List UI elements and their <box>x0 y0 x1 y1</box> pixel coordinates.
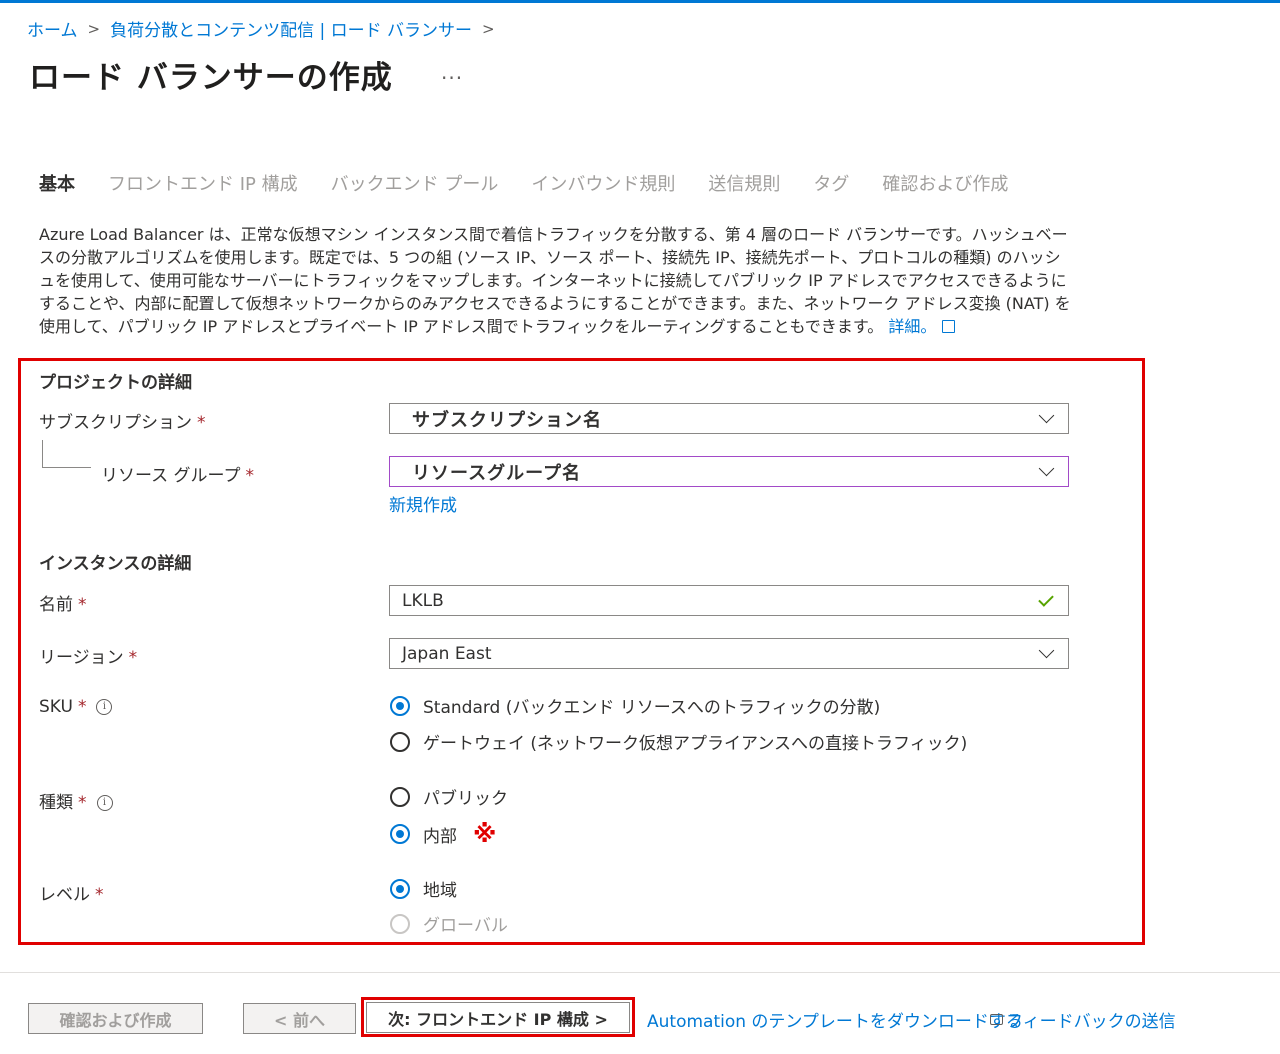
feedback-link[interactable]: フィードバックの送信 <box>990 1007 1176 1032</box>
required-mark: * <box>128 648 138 668</box>
automation-template-link[interactable]: Automation のテンプレートをダウンロードする <box>647 1007 1023 1032</box>
feedback-label: フィードバックの送信 <box>1006 1012 1176 1032</box>
radio-button-disabled <box>390 913 410 934</box>
feedback-icon <box>990 1014 1003 1025</box>
name-input[interactable]: LKLB <box>389 585 1069 616</box>
region-value: Japan East <box>402 643 492 664</box>
subscription-label: サブスクリプション * <box>39 408 206 433</box>
type-label-text: 種類 <box>39 793 73 813</box>
radio-button-checked[interactable] <box>390 695 410 716</box>
subscription-label-text: サブスクリプション <box>39 413 192 433</box>
wizard-tabs: 基本 フロントエンド IP 構成 バックエンド プール インバウンド規則 送信規… <box>39 170 1041 206</box>
radio-button-checked[interactable] <box>390 824 410 844</box>
next-button-highlight <box>361 997 635 1037</box>
region-dropdown[interactable]: Japan East <box>389 638 1069 669</box>
name-value: LKLB <box>402 590 444 611</box>
chevron-down-icon <box>1038 642 1055 659</box>
resource-group-label-text: リソース グループ <box>101 466 241 486</box>
page-title: ロード バランサーの作成 <box>29 60 393 96</box>
region-label: リージョン * <box>39 643 137 668</box>
required-mark: * <box>78 595 87 615</box>
footer-divider <box>0 972 1280 973</box>
review-create-button[interactable]: 確認および作成 <box>28 1003 203 1034</box>
previous-button[interactable]: < 前へ <box>243 1003 356 1034</box>
type-option-public[interactable]: パブリック <box>390 784 508 809</box>
create-new-link[interactable]: 新規作成 <box>389 491 457 516</box>
tier-option-regional-label: 地域 <box>423 881 457 901</box>
tab-basics[interactable]: 基本 <box>39 170 75 206</box>
required-mark: * <box>77 697 87 717</box>
instance-details-heading: インスタンスの詳細 <box>39 554 192 574</box>
tab-backend-pool[interactable]: バックエンド プール <box>331 170 499 206</box>
more-options-icon[interactable]: ... <box>441 60 463 84</box>
name-label-text: 名前 <box>39 595 73 615</box>
chevron-down-icon <box>1038 407 1055 424</box>
required-mark: * <box>78 793 87 813</box>
subscription-dropdown[interactable]: サブスクリプション名 <box>389 403 1069 434</box>
chevron-down-icon <box>1038 460 1055 477</box>
description: Azure Load Balancer は、正常な仮想マシン インスタンス間で着… <box>39 223 1074 338</box>
tab-outbound-rules[interactable]: 送信規則 <box>708 170 780 206</box>
subscription-value: サブスクリプション名 <box>412 409 602 431</box>
radio-button-checked[interactable] <box>390 878 410 899</box>
project-details-heading: プロジェクトの詳細 <box>39 373 192 393</box>
breadcrumb-home[interactable]: ホーム <box>27 16 78 41</box>
tier-option-global-label: グローバル <box>423 916 508 936</box>
tab-tags[interactable]: タグ <box>813 170 849 206</box>
radio-button[interactable] <box>390 731 410 752</box>
info-icon[interactable]: i <box>96 795 113 811</box>
sku-option-gateway[interactable]: ゲートウェイ (ネットワーク仮想アプライアンスへの直接トラフィック) <box>390 729 967 754</box>
breadcrumb-separator: > <box>87 19 101 38</box>
sku-label-text: SKU <box>39 697 73 717</box>
region-label-text: リージョン <box>39 648 124 668</box>
info-icon[interactable]: i <box>96 699 113 715</box>
resource-group-value: リソースグループ名 <box>412 462 582 484</box>
sku-option-standard[interactable]: Standard (バックエンド リソースへのトラフィックの分散) <box>390 693 880 718</box>
type-option-internal[interactable]: 内部 ※ <box>390 820 496 848</box>
sku-option-standard-label: Standard (バックエンド リソースへのトラフィックの分散) <box>423 698 881 718</box>
required-mark: * <box>95 885 104 905</box>
required-mark: * <box>197 413 206 433</box>
tab-review-create[interactable]: 確認および作成 <box>882 170 1008 206</box>
top-accent-bar <box>0 0 1280 3</box>
type-option-internal-label: 内部 <box>423 826 457 847</box>
tab-inbound-rules[interactable]: インバウンド規則 <box>531 170 675 206</box>
sku-option-gateway-label: ゲートウェイ (ネットワーク仮想アプライアンスへの直接トラフィック) <box>423 734 968 754</box>
learn-more-link[interactable]: 詳細。 <box>888 317 936 336</box>
tier-label: レベル * <box>39 880 104 905</box>
resource-group-label: リソース グループ * <box>101 461 254 486</box>
required-mark: * <box>245 466 255 486</box>
external-link-icon <box>942 320 956 333</box>
sku-label: SKU * i <box>39 697 113 717</box>
tab-frontend-ip[interactable]: フロントエンド IP 構成 <box>108 170 298 206</box>
reference-mark: ※ <box>473 820 497 848</box>
radio-button[interactable] <box>390 786 410 807</box>
type-option-public-label: パブリック <box>423 789 508 809</box>
name-label: 名前 * <box>39 590 87 615</box>
resource-group-dropdown[interactable]: リソースグループ名 <box>389 456 1069 487</box>
type-label: 種類 * i <box>39 788 113 813</box>
tier-option-global: グローバル <box>390 911 508 936</box>
breadcrumb-separator: > <box>482 19 495 38</box>
breadcrumb-load-balancer[interactable]: 負荷分散とコンテンツ配信 | ロード バランサー <box>110 16 472 41</box>
tier-option-regional[interactable]: 地域 <box>390 876 457 901</box>
tree-connector <box>42 440 91 468</box>
tier-label-text: レベル <box>39 885 90 905</box>
breadcrumb: ホーム > 負荷分散とコンテンツ配信 | ロード バランサー > <box>27 16 505 42</box>
